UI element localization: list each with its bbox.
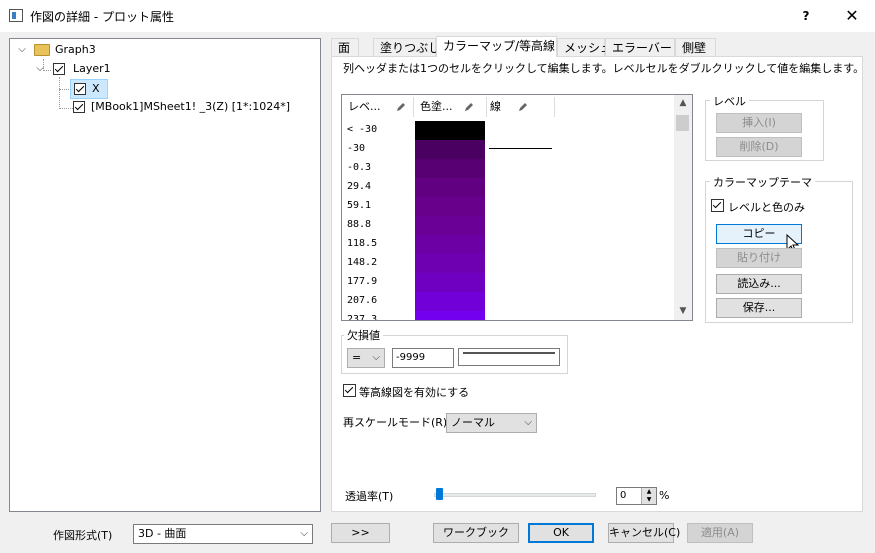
plot-type-label: 作図形式(T): [53, 529, 113, 542]
column-header-line[interactable]: 線: [490, 97, 501, 117]
x-checkbox[interactable]: [74, 83, 86, 95]
grid-scrollbar[interactable]: ▲ ▼: [674, 95, 692, 320]
fill-color-cell[interactable]: [415, 235, 485, 254]
plot-type-select[interactable]: 3D - 曲面 ⌵: [133, 524, 313, 544]
tab-sidewall[interactable]: 側壁: [675, 38, 716, 57]
missing-operator-select[interactable]: = ⌵: [347, 348, 385, 368]
paste-button[interactable]: 貼り付け: [716, 248, 802, 268]
scroll-down-icon[interactable]: ▼: [674, 303, 692, 320]
transparency-spinner[interactable]: 0 ▲ ▼: [616, 487, 657, 505]
fill-color-cell[interactable]: [415, 292, 485, 311]
rescale-label: 再スケールモード(R): [343, 416, 448, 429]
app-icon: [9, 9, 23, 22]
apply-button[interactable]: 適用(A): [687, 523, 753, 543]
layer-checkbox[interactable]: [53, 63, 65, 75]
pencil-icon[interactable]: [463, 101, 475, 113]
spin-up-icon[interactable]: ▲: [641, 488, 656, 496]
delete-button[interactable]: 削除(D): [716, 137, 802, 157]
fill-color-cell[interactable]: [415, 216, 485, 235]
chevron-down-icon: ⌵: [372, 352, 380, 363]
tab-mesh[interactable]: メッシュ: [557, 38, 612, 57]
tree-label-layer: Layer1: [73, 62, 111, 75]
tab-surface[interactable]: 面: [331, 38, 359, 57]
level-value-cell[interactable]: < -30: [347, 124, 377, 135]
missing-value-input[interactable]: -9999: [392, 348, 454, 368]
level-value-cell[interactable]: -0.3: [347, 162, 371, 173]
level-value-cell[interactable]: 118.5: [347, 238, 377, 249]
object-tree[interactable]: ⌵ Graph3 ⌵ Layer1 X [MBook1]MSheet1! _3(…: [9, 38, 321, 512]
chevron-down-icon[interactable]: ⌵: [16, 44, 28, 56]
ok-button[interactable]: OK: [528, 523, 594, 543]
transparency-slider-thumb[interactable]: [436, 488, 443, 500]
missing-color-button[interactable]: [458, 348, 560, 366]
tab-errorbar[interactable]: エラーバー: [605, 38, 675, 57]
levels-colors-only-checkbox[interactable]: [711, 199, 724, 212]
tree-item-x[interactable]: X: [70, 79, 108, 99]
level-value-cell[interactable]: -30: [347, 143, 365, 154]
plot-type-value: 3D - 曲面: [138, 527, 187, 540]
rescale-select[interactable]: ノーマル ⌵: [446, 413, 537, 433]
load-button[interactable]: 読込み...: [716, 274, 802, 294]
fill-color-cell[interactable]: [415, 197, 485, 216]
level-value-cell[interactable]: 29.4: [347, 181, 371, 192]
help-button[interactable]: ?: [783, 0, 829, 32]
insert-button[interactable]: 挿入(I): [716, 113, 802, 133]
contour-line-sample: [489, 148, 552, 149]
transparency-value: 0: [620, 490, 627, 501]
column-header-fill[interactable]: 色塗...: [420, 97, 453, 117]
level-grid[interactable]: レベ... 色塗... 線 < -30 -30 -0.3 29.4 59.1 88.8 11…: [341, 94, 693, 321]
folder-icon: [34, 44, 50, 56]
tab-colormap-contour[interactable]: カラーマップ/等高線: [436, 36, 557, 57]
scroll-thumb[interactable]: [676, 115, 689, 131]
levels-colors-only-label: レベルと色のみ: [728, 201, 805, 214]
fill-color-cell[interactable]: [415, 254, 485, 273]
scroll-up-icon[interactable]: ▲: [674, 95, 692, 112]
pencil-icon[interactable]: [395, 101, 407, 113]
fill-color-cell[interactable]: [415, 140, 485, 159]
expand-button[interactable]: >>: [331, 523, 390, 543]
colormap-theme-title: カラーマップテーマ: [710, 174, 815, 190]
workbook-button[interactable]: ワークブック: [433, 523, 519, 543]
level-value-cell[interactable]: 59.1: [347, 200, 371, 211]
level-group-title: レベル: [710, 93, 749, 109]
close-button[interactable]: ✕: [829, 0, 875, 32]
rescale-value: ノーマル: [451, 416, 495, 429]
pencil-icon[interactable]: [517, 101, 529, 113]
tree-label-sheet: [MBook1]MSheet1! _3(Z) [1*:1024*]: [91, 100, 291, 113]
fill-color-cell[interactable]: [415, 178, 485, 197]
column-header-level[interactable]: レベ...: [348, 97, 381, 117]
chevron-down-icon: ⌵: [300, 528, 308, 539]
chevron-down-icon: ⌵: [524, 417, 532, 428]
fill-color-cell[interactable]: [415, 311, 485, 320]
spin-down-icon[interactable]: ▼: [641, 496, 656, 504]
tab-fill[interactable]: 塗りつぶし: [373, 38, 440, 57]
transparency-label: 透過率(T): [345, 490, 394, 503]
enable-contour-checkbox[interactable]: [343, 384, 356, 397]
enable-contour-label: 等高線図を有効にする: [359, 386, 470, 399]
tree-label-x: X: [92, 82, 100, 95]
fill-color-cell[interactable]: [415, 121, 485, 140]
transparency-slider-track[interactable]: [434, 493, 596, 497]
level-value-cell[interactable]: 148.2: [347, 257, 377, 268]
level-value-cell[interactable]: 207.6: [347, 295, 377, 306]
sheet-checkbox[interactable]: [73, 101, 85, 113]
missing-operator-value: =: [352, 351, 362, 364]
level-value-cell[interactable]: 177.9: [347, 276, 377, 287]
window-title: 作図の詳細 - プロット属性: [30, 10, 174, 24]
fill-color-cell[interactable]: [415, 159, 485, 178]
chevron-down-icon[interactable]: ⌵: [34, 63, 46, 75]
level-value-cell[interactable]: 237.3: [347, 314, 377, 320]
tree-label-graph: Graph3: [55, 43, 96, 56]
save-button[interactable]: 保存...: [716, 298, 802, 318]
cancel-button[interactable]: キャンセル(C): [608, 523, 680, 543]
level-value-cell[interactable]: 88.8: [347, 219, 371, 230]
fill-color-cell[interactable]: [415, 273, 485, 292]
missing-value-title: 欠損値: [344, 327, 383, 343]
hint-text: 列ヘッダまたは1つのセルをクリックして編集します。レベルセルをダブルクリックして…: [343, 62, 865, 75]
transparency-unit: %: [659, 489, 670, 502]
